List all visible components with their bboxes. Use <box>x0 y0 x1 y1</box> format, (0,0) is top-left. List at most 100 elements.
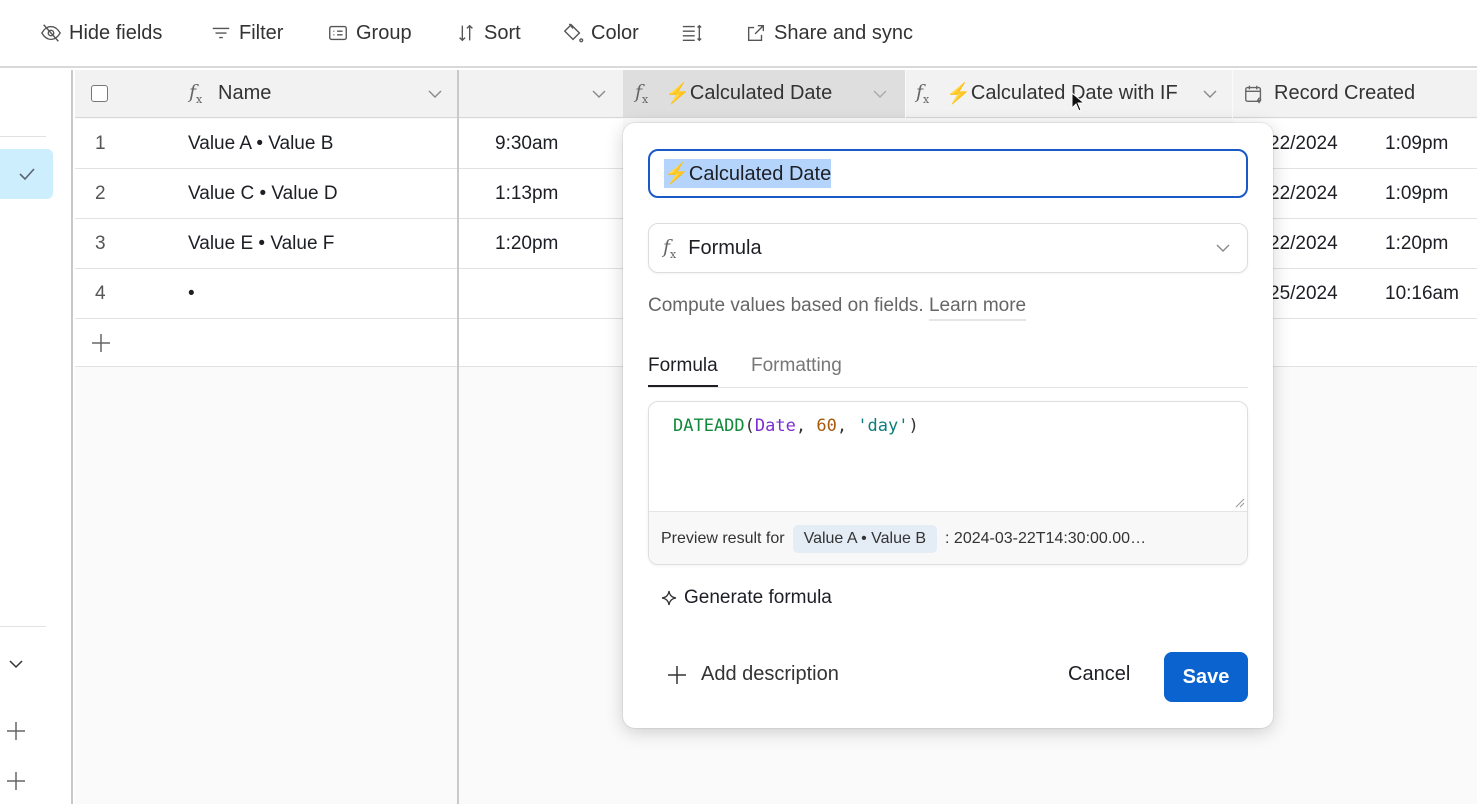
mouse-cursor-icon <box>1071 92 1085 112</box>
column-header-label: Name <box>218 82 272 104</box>
name-cell[interactable]: Value C • Value D <box>188 169 338 218</box>
column-header-time[interactable] <box>458 70 623 118</box>
color-label: Color <box>591 21 639 44</box>
field-type-select[interactable]: fx Formula <box>648 223 1248 273</box>
filter-button[interactable]: Filter <box>210 18 283 48</box>
table-row[interactable]: 3 Value E • Value F 1:20pm <box>75 219 623 269</box>
formula-number: 60 <box>816 416 837 436</box>
name-cell[interactable]: Value A • Value B <box>188 119 333 168</box>
config-tabs: Formula Formatting <box>648 353 1248 388</box>
chevron-down-icon[interactable] <box>427 86 443 102</box>
view-toolbar: Hide fields Filter Group Sort Color Shar… <box>0 0 1477 68</box>
name-cell[interactable]: Value E • Value F <box>188 219 334 268</box>
chevron-down-icon[interactable] <box>591 86 607 102</box>
color-button[interactable]: Color <box>562 18 639 48</box>
column-header-record-created[interactable]: Record Created <box>1233 70 1477 118</box>
lightning-icon: ⚡ <box>665 83 690 105</box>
created-date-cell: 22/2024 <box>1269 182 1338 204</box>
created-time-cell: 1:20pm <box>1385 232 1449 254</box>
lightning-icon: ⚡ <box>946 83 971 105</box>
time-cell[interactable]: 1:20pm <box>495 219 558 268</box>
formula-paren: ( <box>744 416 755 436</box>
time-cell[interactable]: 1:13pm <box>495 169 558 218</box>
created-time-cell: 1:09pm <box>1385 132 1449 154</box>
field-type-value: Formula <box>688 236 762 259</box>
row-number: 2 <box>95 182 106 204</box>
created-date-cell: 22/2024 <box>1269 232 1338 254</box>
sidebar-expand-button[interactable] <box>4 652 28 676</box>
formula-icon: fx <box>189 81 203 106</box>
hide-fields-label: Hide fields <box>69 21 163 44</box>
sort-icon <box>459 24 473 42</box>
tab-formatting[interactable]: Formatting <box>751 355 842 385</box>
resize-handle-icon[interactable] <box>1235 498 1245 508</box>
eye-slash-icon <box>41 24 61 42</box>
group-icon <box>329 25 347 41</box>
time-cell[interactable]: 9:30am <box>495 119 558 168</box>
table-row[interactable]: 2 Value C • Value D 1:13pm <box>75 169 623 219</box>
sort-button[interactable]: Sort <box>455 18 521 48</box>
sidebar-add-button[interactable] <box>4 769 28 793</box>
add-description-button[interactable]: Add description <box>667 663 839 686</box>
column-header-label: Record Created <box>1274 82 1416 104</box>
add-row-button[interactable] <box>75 319 623 367</box>
chevron-down-icon <box>9 660 23 669</box>
name-cell[interactable]: • <box>188 269 195 318</box>
filter-icon <box>212 27 230 39</box>
tab-formula[interactable]: Formula <box>648 355 718 387</box>
hide-fields-button[interactable]: Hide fields <box>40 18 162 48</box>
field-config-popover: ⚡Calculated Date fx Formula Compute valu… <box>623 123 1273 728</box>
formula-string: 'day' <box>857 416 909 436</box>
plus-icon <box>7 772 25 790</box>
table-row[interactable]: 1 Value A • Value B 9:30am <box>75 119 623 169</box>
filter-label: Filter <box>239 21 284 44</box>
share-and-sync-label: Share and sync <box>774 21 913 44</box>
generate-formula-label: Generate formula <box>684 587 832 608</box>
chevron-down-icon[interactable] <box>1202 86 1218 102</box>
column-header-calculated-date-with-if[interactable]: fx ⚡ Calculated Date with IF <box>906 70 1232 118</box>
preview-record-chip[interactable]: Value A • Value B <box>792 525 938 553</box>
formula-editor[interactable]: DATEADD(Date, 60, 'day') Preview result … <box>648 401 1248 565</box>
calendar-icon <box>1245 85 1262 104</box>
sidebar-selected-item[interactable] <box>0 149 53 199</box>
add-description-label: Add description <box>701 663 839 685</box>
row-number: 1 <box>95 132 106 154</box>
sparkle-icon <box>661 590 677 606</box>
select-all-checkbox[interactable] <box>91 85 108 102</box>
formula-icon: fx <box>635 81 649 106</box>
formula-paren: ) <box>908 416 919 436</box>
formula-icon: fx <box>663 235 677 261</box>
sidebar-divider <box>0 136 46 137</box>
column-header-label: Calculated Date <box>689 82 833 104</box>
row-height-button[interactable] <box>681 18 703 48</box>
formula-separator: , <box>836 416 858 436</box>
generate-formula-button[interactable]: Generate formula <box>661 587 832 609</box>
field-type-help: Compute values based on fields. Learn mo… <box>648 295 1027 321</box>
save-button[interactable]: Save <box>1164 652 1248 702</box>
column-header-name[interactable]: fx Name <box>75 70 457 118</box>
created-time-cell: 10:16am <box>1385 282 1459 304</box>
paint-bucket-icon <box>563 23 584 43</box>
cancel-button[interactable]: Cancel <box>1068 663 1130 686</box>
group-button[interactable]: Group <box>327 18 412 48</box>
row-number: 3 <box>95 232 106 254</box>
formula-code[interactable]: DATEADD(Date, 60, 'day') <box>673 416 919 436</box>
formula-function: DATEADD <box>673 416 745 436</box>
sidebar-add-button[interactable] <box>4 719 28 743</box>
column-header-calculated-date[interactable]: fx ⚡ Calculated Date <box>623 70 905 118</box>
created-date-cell: 22/2024 <box>1269 132 1338 154</box>
share-icon <box>747 24 765 42</box>
help-text: Compute values based on fields. <box>648 295 924 316</box>
chevron-down-icon[interactable] <box>872 86 888 102</box>
sort-label: Sort <box>484 21 521 44</box>
plus-icon <box>668 665 686 684</box>
table-row[interactable]: 4 • <box>75 269 623 319</box>
checkmark-icon <box>18 168 35 181</box>
learn-more-link[interactable]: Learn more <box>928 295 1027 321</box>
row-number: 4 <box>95 282 106 304</box>
share-and-sync-button[interactable]: Share and sync <box>745 18 913 48</box>
row-height-icon <box>682 24 702 42</box>
field-name-input[interactable]: ⚡Calculated Date <box>648 149 1248 198</box>
formula-separator: , <box>795 416 817 436</box>
column-header-text: ⚡ Calculated Date with IF <box>946 81 1178 106</box>
